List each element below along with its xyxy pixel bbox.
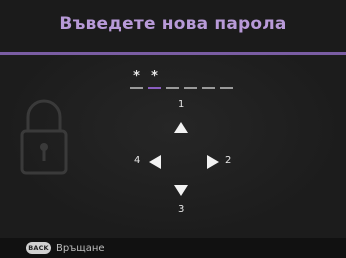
password-slot: * [130,70,143,92]
dialog-header: Въведете нова парола [0,0,346,52]
slot-underline [130,87,143,89]
password-slot [184,70,197,92]
key-number-up: 1 [178,99,185,110]
lock-icon [20,99,68,175]
dialog-title: Въведете нова парола [59,14,287,34]
key-number-left: 4 [134,155,141,166]
slot-underline [202,87,215,89]
password-dialog: Въведете нова парола * * 1 4 2 3 BACK Вр… [0,0,346,258]
password-input[interactable]: * * [130,70,242,92]
back-button[interactable]: BACK [26,242,51,254]
arrow-up-icon[interactable] [174,122,188,133]
arrow-left-icon[interactable] [149,155,161,169]
slot-underline-active [148,87,161,89]
slot-underline [220,87,233,89]
slot-underline [166,87,179,89]
dialog-footer: BACK Връщане [0,238,346,258]
key-number-down: 3 [178,204,185,215]
password-slot [220,70,233,92]
password-char: * [133,69,140,84]
slot-underline [184,87,197,89]
password-char: * [151,69,158,84]
password-slot [202,70,215,92]
arrow-down-icon[interactable] [174,185,188,196]
password-slot-active: * [148,70,161,92]
arrow-right-icon[interactable] [207,155,219,169]
back-label: Връщане [56,242,105,254]
key-number-right: 2 [225,155,232,166]
password-slot [166,70,179,92]
